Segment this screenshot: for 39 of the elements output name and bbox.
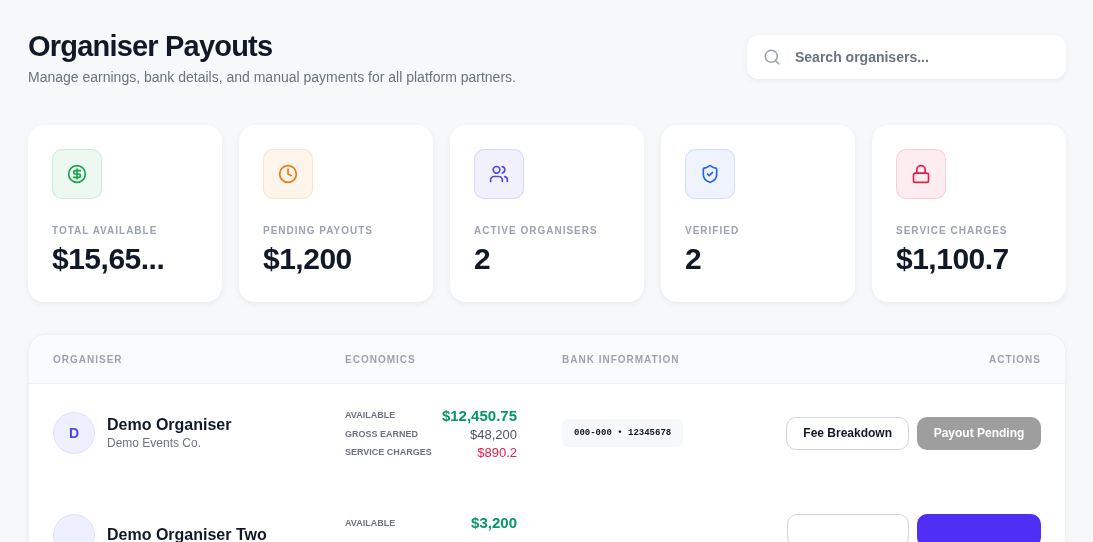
economics-value: $890.2 bbox=[476, 444, 517, 460]
economics-value: $12,450.75 bbox=[441, 406, 517, 424]
organiser-name: Demo Organiser bbox=[107, 416, 232, 434]
stat-label: SERVICE CHARGES bbox=[896, 225, 1009, 236]
bank-account: 000-000 • 12345678 bbox=[562, 419, 684, 447]
economics-label: AVAILABLE bbox=[345, 517, 397, 528]
column-header: ECONOMICS bbox=[345, 353, 417, 365]
avatar: D bbox=[53, 412, 95, 454]
fee-breakdown-button[interactable]: Fee Breakdown bbox=[786, 416, 909, 450]
economics-value: $48,200 bbox=[469, 426, 517, 442]
stat-value: $15,65... bbox=[52, 242, 166, 276]
stat-label: TOTAL AVAILABLE bbox=[52, 225, 159, 236]
clock-icon bbox=[278, 164, 298, 184]
economics-label: AVAILABLE bbox=[345, 410, 397, 420]
column-header: BANK INFORMATION bbox=[562, 353, 681, 365]
users-icon bbox=[489, 164, 509, 184]
company-name: Demo Events Co. bbox=[107, 436, 203, 450]
stat-label: VERIFIED bbox=[685, 225, 741, 236]
shield-check-icon bbox=[700, 164, 720, 184]
fee-breakdown-button[interactable] bbox=[787, 514, 909, 542]
search-icon bbox=[763, 48, 781, 66]
lock-icon bbox=[911, 164, 931, 184]
economics-value: $3,200 bbox=[470, 514, 517, 531]
stat-value: $1,200 bbox=[263, 242, 353, 276]
search-input[interactable]: Search organisers... bbox=[793, 48, 1050, 66]
payout-button[interactable] bbox=[917, 514, 1041, 542]
stat-value: $1,100.7 bbox=[896, 242, 1010, 276]
economics-label: GROSS EARNED bbox=[345, 429, 419, 439]
page-title: Organiser Payouts bbox=[28, 30, 274, 63]
column-header: ACTIONS bbox=[988, 353, 1041, 365]
dollar-icon bbox=[67, 164, 87, 184]
stat-value: 2 bbox=[685, 242, 703, 276]
stat-label: ACTIVE ORGANISERS bbox=[474, 225, 599, 236]
page-subtitle: Manage earnings, bank details, and manual payments for all platform partners. bbox=[28, 69, 516, 85]
stat-value: 2 bbox=[474, 242, 492, 276]
column-header: ORGANISER bbox=[53, 353, 124, 365]
economics-label: SERVICE CHARGES bbox=[345, 447, 432, 457]
search-field[interactable]: Search organisers... bbox=[747, 35, 1066, 79]
stat-label: PENDING PAYOUTS bbox=[263, 225, 375, 236]
